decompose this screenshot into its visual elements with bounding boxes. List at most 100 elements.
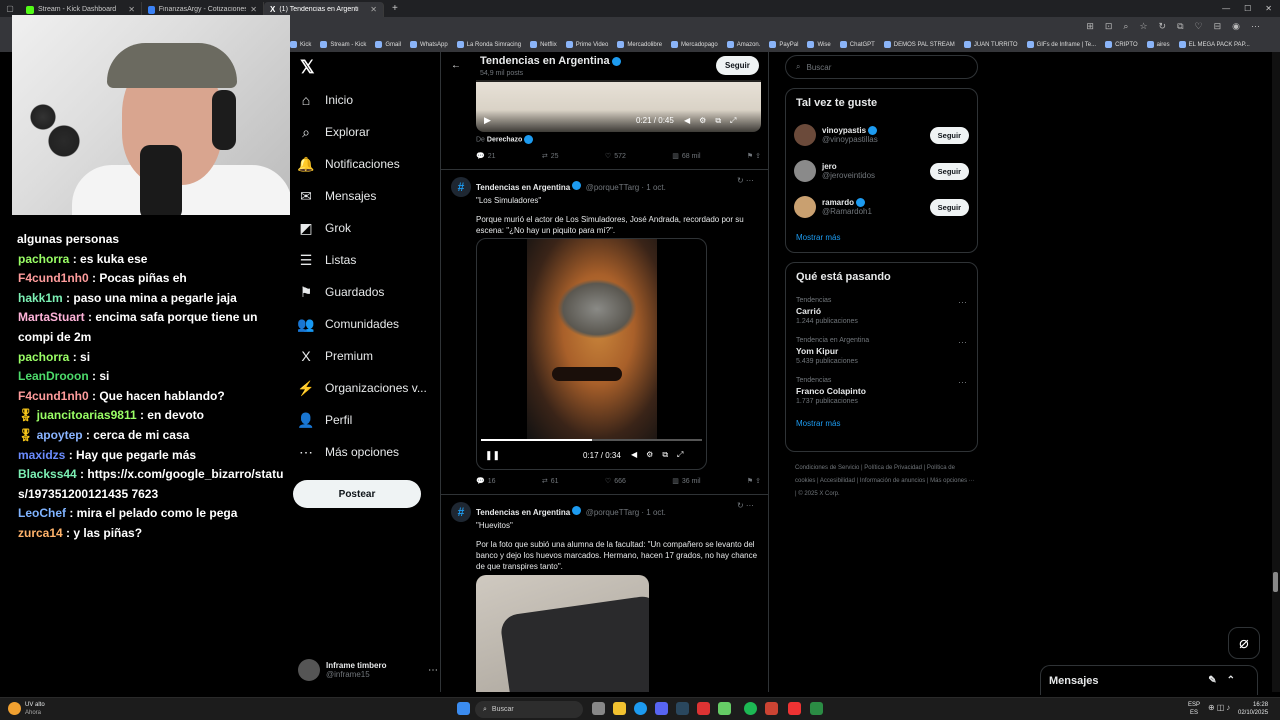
- hashtag-avatar[interactable]: #: [451, 177, 471, 197]
- grok-icon[interactable]: ⌀: [1228, 627, 1260, 659]
- bookmark-item[interactable]: Prime Video: [565, 41, 608, 48]
- video-controls-icons[interactable]: ◀⚙⧉⤢: [684, 116, 745, 126]
- bookmark-item[interactable]: Amazon.: [726, 41, 760, 48]
- app-icon[interactable]: [788, 702, 801, 715]
- search-input[interactable]: ⌕ Buscar: [785, 55, 978, 79]
- install-icon[interactable]: ⊞: [1086, 21, 1094, 32]
- menu-icon[interactable]: ⋯: [1251, 21, 1260, 32]
- chat-username[interactable]: F4cund1nh0: [18, 389, 89, 403]
- bookmark-item[interactable]: GIFs de Inframe | Te...: [1026, 41, 1096, 48]
- follow-button[interactable]: Seguir: [929, 198, 969, 216]
- play-icon[interactable]: ▶: [484, 115, 491, 126]
- bookmark-item[interactable]: Gmail: [375, 41, 401, 48]
- bookmark-item[interactable]: Mercadolibre: [617, 41, 662, 48]
- zoom-icon[interactable]: ⌕: [1123, 21, 1128, 32]
- follow-button[interactable]: Seguir: [929, 162, 969, 180]
- new-tab-button[interactable]: +: [384, 3, 406, 14]
- grok-icon[interactable]: ↻ ⋯: [737, 176, 754, 185]
- chat-username[interactable]: LeoChef: [18, 506, 66, 520]
- tweet-image[interactable]: [476, 575, 649, 692]
- bookmark-item[interactable]: Kick: [290, 41, 311, 48]
- translate-icon[interactable]: ⊡: [1105, 21, 1113, 32]
- suggested-account[interactable]: jero @jeroveintidos Seguir: [786, 153, 977, 189]
- nav-item-guardados[interactable]: ⚑ Guardados: [290, 276, 440, 308]
- bookmark-item[interactable]: WhatsApp: [410, 41, 448, 48]
- bookmark-item[interactable]: DEMOS PAL STREAM: [883, 41, 955, 48]
- reply-button[interactable]: 💬 21: [476, 152, 496, 161]
- chat-username[interactable]: LeanDrooon: [18, 369, 89, 383]
- profile-avatar-icon[interactable]: ◉: [1232, 21, 1240, 32]
- show-more-link[interactable]: Mostrar más: [786, 411, 977, 436]
- chat-username[interactable]: pachorra: [18, 350, 69, 364]
- footer-link[interactable]: Más opciones ···: [930, 478, 975, 484]
- suggested-account[interactable]: vinoypastis @vinoypastillas Seguir: [786, 117, 977, 153]
- app-icon[interactable]: [718, 702, 731, 715]
- taskbar-search[interactable]: ⌕ Buscar: [475, 701, 583, 718]
- edge-icon[interactable]: [634, 702, 647, 715]
- discord-icon[interactable]: [655, 702, 668, 715]
- bookmark-item[interactable]: ChatGPT: [839, 41, 875, 48]
- nav-item-mensajes[interactable]: ✉ Mensajes: [290, 180, 440, 212]
- star-icon[interactable]: ☆: [1139, 21, 1147, 32]
- bookmark-item[interactable]: EL MEGA PACK PAP...: [1178, 41, 1250, 48]
- trend-item[interactable]: Tendencia en Argentina Yom Kipur 5.439 pub…: [786, 331, 977, 371]
- app-icon[interactable]: [765, 702, 778, 715]
- video-player[interactable]: ❚❚ 0:17 / 0:34 ◀⚙⧉⤢: [476, 238, 707, 470]
- more-icon[interactable]: ⋯: [428, 665, 438, 676]
- favorites-icon[interactable]: ♡: [1195, 21, 1203, 32]
- trend-item[interactable]: Tendencias Carrió 1.244 publicaciones ⋯: [786, 291, 977, 331]
- bookmark-item[interactable]: CRIPTO: [1105, 41, 1138, 48]
- grok-icon[interactable]: ↻ ⋯: [737, 501, 754, 510]
- steam-icon[interactable]: [676, 702, 689, 715]
- video-player[interactable]: ▶ 0:21 / 0:45 ◀⚙⧉⤢: [476, 80, 761, 132]
- close-window-icon[interactable]: ✕: [1265, 4, 1272, 13]
- scrollbar-thumb[interactable]: [1273, 572, 1278, 592]
- bookmark-item[interactable]: aires: [1146, 41, 1170, 48]
- excel-icon[interactable]: [810, 702, 823, 715]
- pause-icon[interactable]: ❚❚: [485, 450, 500, 461]
- spotify-icon[interactable]: [744, 702, 757, 715]
- collections-icon[interactable]: ⊟: [1214, 21, 1222, 32]
- nav-item-comunidades[interactable]: 👥 Comunidades: [290, 308, 440, 340]
- post-button[interactable]: Postear: [293, 480, 421, 508]
- windows-start-icon[interactable]: [457, 702, 470, 715]
- footer-link[interactable]: © 2025 X Corp.: [798, 491, 839, 497]
- maximize-icon[interactable]: ☐: [1244, 4, 1251, 13]
- chat-username[interactable]: hakk1m: [18, 291, 63, 305]
- app-icon[interactable]: [697, 702, 710, 715]
- footer-link[interactable]: Accesibilidad: [820, 478, 855, 484]
- chat-username[interactable]: Blackss44: [18, 467, 77, 481]
- reply-button[interactable]: 💬 16: [476, 477, 496, 486]
- close-icon[interactable]: ✕: [250, 5, 257, 14]
- bookmark-item[interactable]: Stream - Kick: [320, 41, 366, 48]
- suggested-account[interactable]: ramardo @Ramardoh1 Seguir: [786, 189, 977, 225]
- refresh-icon[interactable]: ↻: [1159, 21, 1167, 32]
- chat-username[interactable]: maxidzs: [18, 448, 65, 462]
- nav-item-inicio[interactable]: ⌂ Inicio: [290, 84, 440, 116]
- bookmark-icon[interactable]: ⚑ ⇪: [747, 477, 761, 485]
- tray-icons[interactable]: ⊕◫♪: [1208, 703, 1232, 712]
- bookmark-item[interactable]: La Ronda Simracing: [456, 41, 521, 48]
- bookmark-item[interactable]: JUAN TURRITO: [963, 41, 1018, 48]
- more-icon[interactable]: ⋯: [958, 337, 967, 348]
- bookmark-icon[interactable]: ⚑ ⇪: [747, 152, 761, 160]
- footer-link[interactable]: Información de anuncios: [860, 478, 925, 484]
- nav-item-organizaciones-v[interactable]: ⚡ Organizaciones v...: [290, 372, 440, 404]
- clock[interactable]: 16:28 02/10/2025: [1238, 701, 1268, 717]
- tweet[interactable]: Tendencias en Argentina @porqueTTarg · 1…: [476, 502, 761, 572]
- chat-username[interactable]: zurca14: [18, 526, 63, 540]
- scrollbar[interactable]: [1272, 52, 1280, 692]
- chat-username[interactable]: apoytep: [37, 428, 83, 442]
- hashtag-avatar[interactable]: #: [451, 502, 471, 522]
- views-button[interactable]: ▥ 68 mil: [672, 152, 700, 161]
- video-controls-icons[interactable]: ◀⚙⧉⤢: [631, 450, 692, 460]
- messages-drawer[interactable]: Mensajes ✎⌃: [1040, 665, 1258, 695]
- bookmark-item[interactable]: Mercadopago: [671, 41, 718, 48]
- more-icon[interactable]: ⋯: [958, 297, 967, 308]
- like-button[interactable]: ♡ 572: [605, 152, 626, 161]
- views-button[interactable]: ▥ 36 mil: [672, 477, 700, 486]
- tab-actions-icon[interactable]: ▢: [0, 1, 20, 16]
- account-switcher[interactable]: Inframe timbero @inframe15 ⋯: [298, 652, 438, 688]
- bookmark-item[interactable]: Netflix: [530, 41, 557, 48]
- source-link[interactable]: Derechazo: [487, 136, 522, 143]
